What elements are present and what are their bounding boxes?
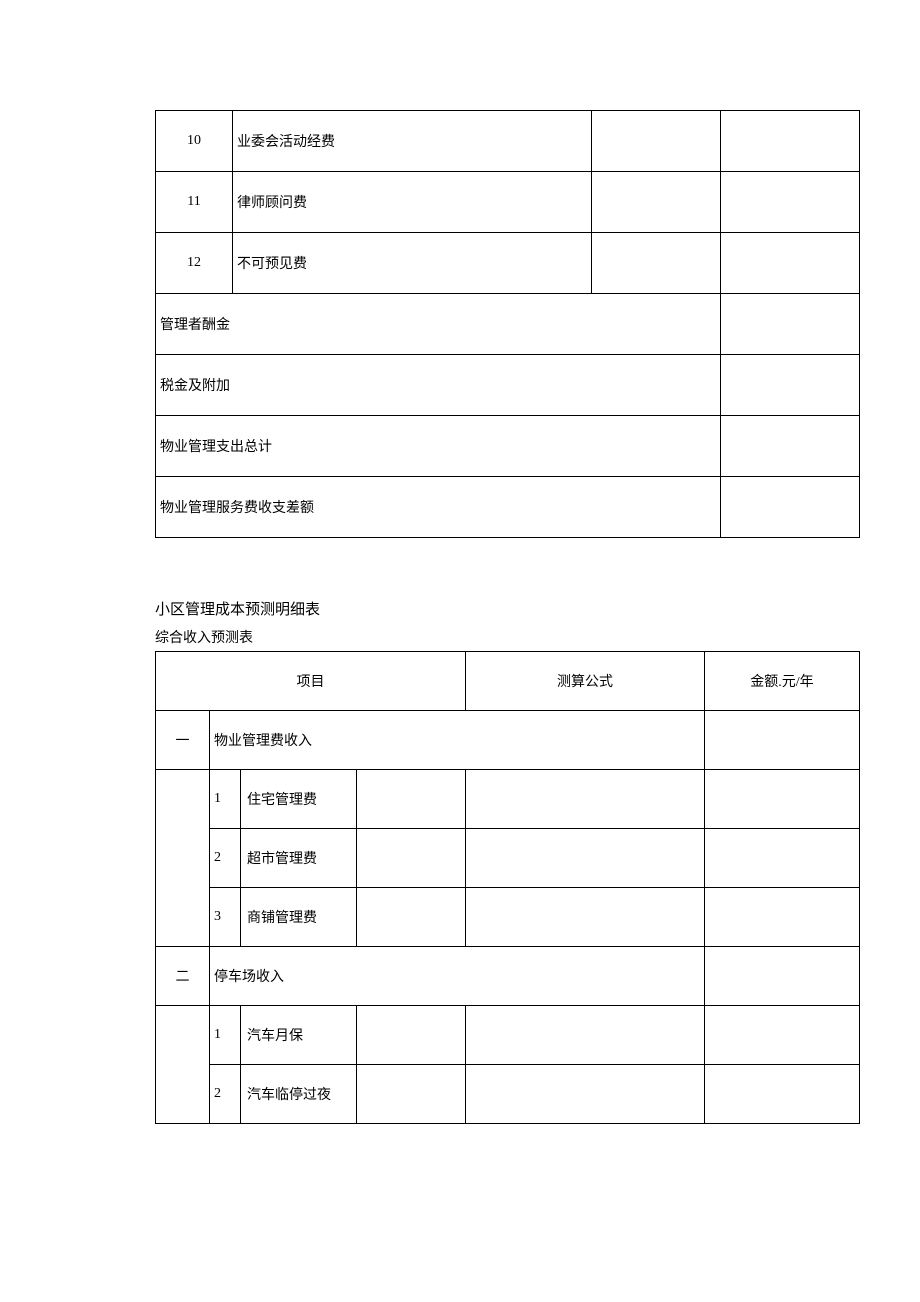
cell bbox=[705, 1006, 860, 1065]
cell bbox=[721, 172, 860, 233]
cell bbox=[721, 355, 860, 416]
cell bbox=[721, 111, 860, 172]
cell bbox=[592, 172, 721, 233]
cell bbox=[721, 294, 860, 355]
table-row: 11 律师顾问费 bbox=[156, 172, 860, 233]
cell bbox=[721, 233, 860, 294]
cell bbox=[705, 947, 860, 1006]
header-formula: 测算公式 bbox=[466, 652, 705, 711]
cell bbox=[357, 1006, 466, 1065]
header-project: 项目 bbox=[156, 652, 466, 711]
cell bbox=[705, 829, 860, 888]
header-amount: 金额.元/年 bbox=[705, 652, 860, 711]
table-row: 1 住宅管理费 bbox=[156, 770, 860, 829]
cell bbox=[705, 888, 860, 947]
item-label: 汽车临停过夜 bbox=[241, 1065, 357, 1124]
table-row: 10 业委会活动经费 bbox=[156, 111, 860, 172]
cell bbox=[466, 829, 705, 888]
item-number: 1 bbox=[210, 1006, 241, 1065]
cell bbox=[705, 711, 860, 770]
row-label: 物业管理支出总计 bbox=[156, 416, 721, 477]
cell bbox=[721, 477, 860, 538]
table-header-row: 项目 测算公式 金额.元/年 bbox=[156, 652, 860, 711]
cell bbox=[156, 1006, 210, 1124]
table-row: 12 不可预见费 bbox=[156, 233, 860, 294]
cell bbox=[466, 770, 705, 829]
table-row: 物业管理支出总计 bbox=[156, 416, 860, 477]
item-label: 住宅管理费 bbox=[241, 770, 357, 829]
table-row: 3 商铺管理费 bbox=[156, 888, 860, 947]
row-label: 物业管理服务费收支差额 bbox=[156, 477, 721, 538]
table-row: 1 汽车月保 bbox=[156, 1006, 860, 1065]
group-number: 二 bbox=[156, 947, 210, 1006]
expense-table: 10 业委会活动经费 11 律师顾问费 12 不可预见费 管理者酬金 税金及附加… bbox=[155, 110, 860, 538]
cell bbox=[156, 770, 210, 947]
item-label: 汽车月保 bbox=[241, 1006, 357, 1065]
table-row: 管理者酬金 bbox=[156, 294, 860, 355]
cell bbox=[357, 770, 466, 829]
cell bbox=[705, 770, 860, 829]
item-number: 2 bbox=[210, 1065, 241, 1124]
table-row: 2 超市管理费 bbox=[156, 829, 860, 888]
item-label: 超市管理费 bbox=[241, 829, 357, 888]
row-desc: 业委会活动经费 bbox=[233, 111, 592, 172]
cell bbox=[721, 416, 860, 477]
section-title: 小区管理成本预测明细表 bbox=[155, 598, 860, 619]
item-number: 1 bbox=[210, 770, 241, 829]
income-forecast-table: 项目 测算公式 金额.元/年 一 物业管理费收入 1 住宅管理费 2 超市管理费… bbox=[155, 651, 860, 1124]
cell bbox=[466, 888, 705, 947]
row-desc: 律师顾问费 bbox=[233, 172, 592, 233]
group-label: 物业管理费收入 bbox=[210, 711, 705, 770]
group-header-row: 二 停车场收入 bbox=[156, 947, 860, 1006]
cell bbox=[357, 1065, 466, 1124]
row-number: 10 bbox=[156, 111, 233, 172]
cell bbox=[357, 888, 466, 947]
cell bbox=[705, 1065, 860, 1124]
table-row: 税金及附加 bbox=[156, 355, 860, 416]
row-label: 管理者酬金 bbox=[156, 294, 721, 355]
table-row: 2 汽车临停过夜 bbox=[156, 1065, 860, 1124]
cell bbox=[466, 1065, 705, 1124]
group-label: 停车场收入 bbox=[210, 947, 705, 1006]
cell bbox=[592, 233, 721, 294]
row-label: 税金及附加 bbox=[156, 355, 721, 416]
table-row: 物业管理服务费收支差额 bbox=[156, 477, 860, 538]
cell bbox=[592, 111, 721, 172]
row-number: 11 bbox=[156, 172, 233, 233]
row-desc: 不可预见费 bbox=[233, 233, 592, 294]
group-number: 一 bbox=[156, 711, 210, 770]
row-number: 12 bbox=[156, 233, 233, 294]
section-subtitle: 综合收入预测表 bbox=[155, 627, 860, 647]
group-header-row: 一 物业管理费收入 bbox=[156, 711, 860, 770]
item-label: 商铺管理费 bbox=[241, 888, 357, 947]
cell bbox=[357, 829, 466, 888]
item-number: 3 bbox=[210, 888, 241, 947]
item-number: 2 bbox=[210, 829, 241, 888]
cell bbox=[466, 1006, 705, 1065]
